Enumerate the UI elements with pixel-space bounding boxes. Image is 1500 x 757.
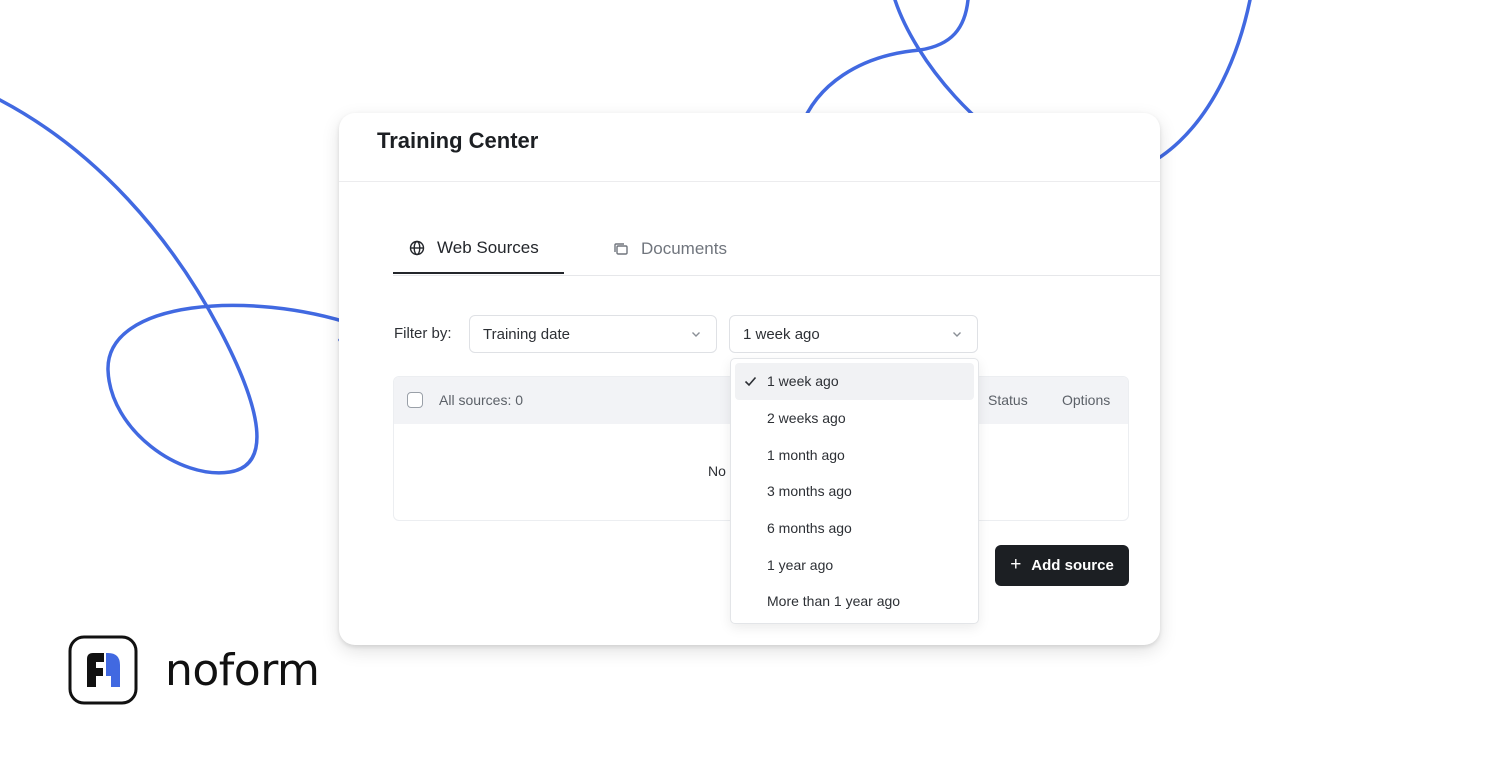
add-source-label: Add source (1031, 557, 1114, 574)
add-source-button[interactable]: + Add source (995, 545, 1129, 586)
dropdown-option[interactable]: More than 1 year ago (735, 583, 974, 620)
noform-logo-icon (68, 635, 138, 705)
all-sources-count: All sources: 0 (439, 392, 524, 408)
filter-field-select[interactable]: Training date (469, 315, 717, 353)
filter-label: Filter by: (394, 325, 452, 342)
option-label: 1 year ago (767, 556, 834, 573)
option-label: 1 month ago (767, 446, 845, 463)
page-title: Training Center (377, 128, 539, 153)
tab-documents[interactable]: Documents (611, 223, 727, 274)
tab-label: Web Sources (437, 237, 539, 257)
option-label: More than 1 year ago (767, 593, 901, 610)
empty-state-text: No (708, 463, 726, 479)
dropdown-option[interactable]: 1 year ago (735, 546, 974, 583)
globe-icon (409, 240, 425, 255)
option-label: 2 weeks ago (767, 410, 846, 427)
dropdown-option[interactable]: 1 week ago (735, 363, 974, 400)
option-label: 6 months ago (767, 520, 852, 537)
check-icon (744, 376, 757, 387)
tab-bar: Web Sources Documents (393, 223, 1160, 276)
documents-icon (614, 242, 628, 255)
chevron-down-icon (692, 332, 700, 337)
period-dropdown-menu: 1 week ago 2 weeks ago 1 month ago 3 mon… (730, 358, 979, 624)
brand-logo: noform (68, 635, 320, 705)
header-divider (339, 181, 1160, 182)
chevron-down-icon (953, 332, 961, 337)
tab-label: Documents (641, 238, 727, 258)
dropdown-option[interactable]: 1 month ago (735, 436, 974, 473)
plus-icon: + (1010, 553, 1022, 575)
option-label: 1 week ago (767, 373, 839, 390)
select-value: 1 week ago (743, 325, 820, 343)
dropdown-option[interactable]: 2 weeks ago (735, 400, 974, 437)
options-column-header: Options (1062, 392, 1111, 408)
option-label: 3 months ago (767, 483, 852, 500)
tab-web-sources[interactable]: Web Sources (393, 223, 564, 274)
brand-name: noform (165, 644, 320, 696)
loop-arrow-left (0, 98, 357, 475)
select-value: Training date (483, 325, 570, 343)
filter-period-select[interactable]: 1 week ago (729, 315, 978, 353)
status-column-header: Status (988, 392, 1028, 408)
select-all-checkbox[interactable] (407, 392, 423, 408)
dropdown-option[interactable]: 3 months ago (735, 473, 974, 510)
dropdown-option[interactable]: 6 months ago (735, 510, 974, 547)
